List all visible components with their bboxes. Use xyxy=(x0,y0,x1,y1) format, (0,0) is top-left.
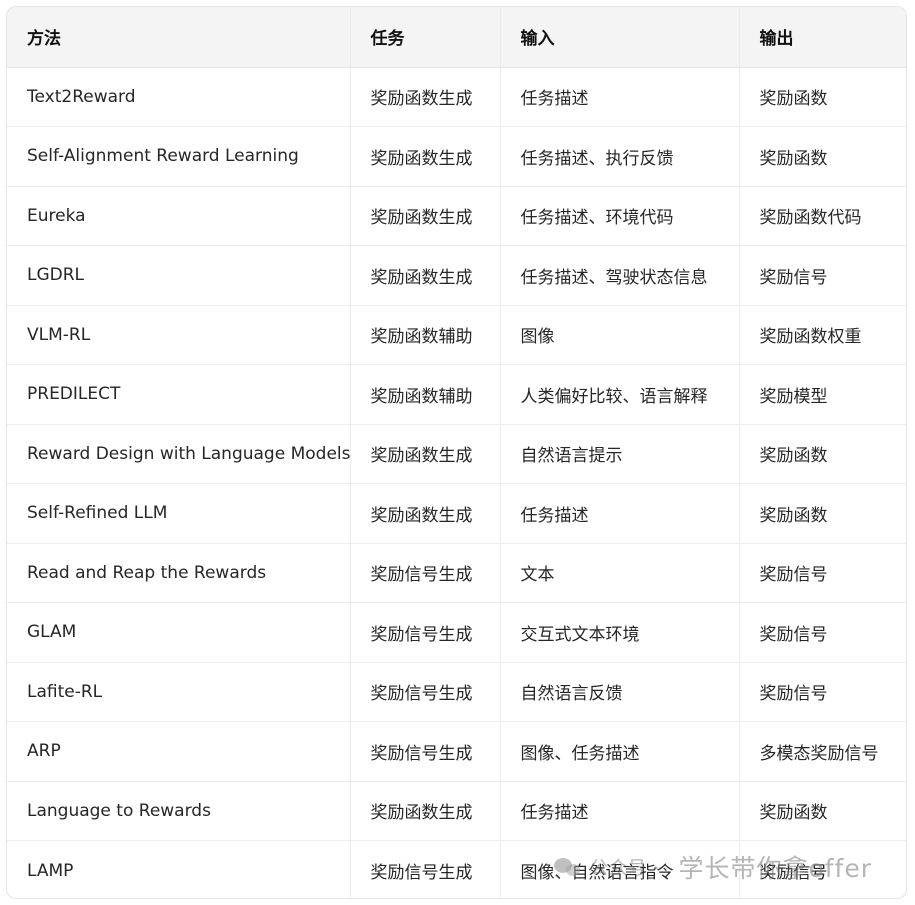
cell-input: 任务描述 xyxy=(499,67,739,127)
cell-output: 奖励信号 xyxy=(738,245,906,305)
table-row: PREDILECT 奖励函数辅助 人类偏好比较、语言解释 奖励模型 xyxy=(7,364,906,424)
cell-output: 奖励信号 xyxy=(738,542,906,603)
cell-input: 任务描述、执行反馈 xyxy=(499,126,739,186)
table-row: LGDRL 奖励函数生成 任务描述、驾驶状态信息 奖励信号 xyxy=(7,245,906,305)
cell-output: 奖励函数 xyxy=(738,780,906,841)
cell-task: 奖励信号生成 xyxy=(349,602,500,662)
cell-input: 任务描述 xyxy=(499,483,739,543)
cell-input: 图像、自然语言指令 xyxy=(499,840,739,898)
cell-output: 奖励函数代码 xyxy=(738,185,906,246)
table-header-row: 方法 任务 输入 输出 xyxy=(7,7,906,68)
cell-method: VLM-RL xyxy=(7,304,350,365)
header-task: 任务 xyxy=(349,7,500,68)
table-row: GLAM 奖励信号生成 交互式文本环境 奖励信号 xyxy=(7,602,906,662)
cell-task: 奖励函数生成 xyxy=(349,245,500,305)
cell-output: 多模态奖励信号 xyxy=(738,721,906,781)
header-output: 输出 xyxy=(738,7,906,68)
cell-input: 任务描述、环境代码 xyxy=(499,185,739,246)
table-body: Text2Reward 奖励函数生成 任务描述 奖励函数 Self-Alignm… xyxy=(7,67,906,898)
cell-method: Read and Reap the Rewards xyxy=(7,542,350,603)
cell-input: 人类偏好比较、语言解释 xyxy=(499,364,739,424)
cell-input: 任务描述、驾驶状态信息 xyxy=(499,245,739,305)
cell-method: LGDRL xyxy=(7,245,350,305)
header-input: 输入 xyxy=(499,7,739,68)
cell-task: 奖励函数生成 xyxy=(349,423,500,484)
methods-table-container: 方法 任务 输入 输出 Text2Reward 奖励函数生成 任务描述 奖励函数… xyxy=(6,6,907,899)
cell-method: Language to Rewards xyxy=(7,780,350,841)
cell-task: 奖励信号生成 xyxy=(349,542,500,603)
table-row: Read and Reap the Rewards 奖励信号生成 文本 奖励信号 xyxy=(7,542,906,603)
cell-input: 自然语言反馈 xyxy=(499,661,739,722)
cell-task: 奖励信号生成 xyxy=(349,661,500,722)
cell-method: GLAM xyxy=(7,602,350,662)
cell-method: Lafite-RL xyxy=(7,661,350,722)
cell-output: 奖励函数 xyxy=(738,483,906,543)
table-row: Text2Reward 奖励函数生成 任务描述 奖励函数 xyxy=(7,67,906,127)
cell-task: 奖励信号生成 xyxy=(349,840,500,898)
table-row: Language to Rewards 奖励函数生成 任务描述 奖励函数 xyxy=(7,780,906,841)
cell-method: Reward Design with Language Models xyxy=(7,423,350,484)
cell-task: 奖励函数生成 xyxy=(349,126,500,186)
cell-task: 奖励函数辅助 xyxy=(349,304,500,365)
cell-method: ARP xyxy=(7,721,350,781)
table-row: Self-Alignment Reward Learning 奖励函数生成 任务… xyxy=(7,126,906,186)
cell-output: 奖励模型 xyxy=(738,364,906,424)
table-row: Eureka 奖励函数生成 任务描述、环境代码 奖励函数代码 xyxy=(7,185,906,246)
table-row: LAMP 奖励信号生成 图像、自然语言指令 奖励信号 xyxy=(7,840,906,898)
methods-table: 方法 任务 输入 输出 Text2Reward 奖励函数生成 任务描述 奖励函数… xyxy=(7,7,906,898)
cell-method: Self-Alignment Reward Learning xyxy=(7,126,350,186)
cell-task: 奖励函数生成 xyxy=(349,483,500,543)
cell-output: 奖励函数 xyxy=(738,67,906,127)
cell-task: 奖励信号生成 xyxy=(349,721,500,781)
cell-input: 文本 xyxy=(499,542,739,603)
cell-task: 奖励函数生成 xyxy=(349,185,500,246)
table-row: VLM-RL 奖励函数辅助 图像 奖励函数权重 xyxy=(7,304,906,365)
cell-task: 奖励函数辅助 xyxy=(349,364,500,424)
cell-output: 奖励信号 xyxy=(738,840,906,898)
cell-output: 奖励函数 xyxy=(738,126,906,186)
cell-output: 奖励函数 xyxy=(738,423,906,484)
table-row: Self-Refined LLM 奖励函数生成 任务描述 奖励函数 xyxy=(7,483,906,543)
cell-method: Eureka xyxy=(7,185,350,246)
cell-task: 奖励函数生成 xyxy=(349,780,500,841)
cell-input: 图像 xyxy=(499,304,739,365)
cell-output: 奖励函数权重 xyxy=(738,304,906,365)
cell-method: Text2Reward xyxy=(27,86,136,107)
cell-task: 奖励函数生成 xyxy=(349,67,500,127)
table-row: Lafite-RL 奖励信号生成 自然语言反馈 奖励信号 xyxy=(7,661,906,722)
table-row: ARP 奖励信号生成 图像、任务描述 多模态奖励信号 xyxy=(7,721,906,781)
cell-input: 自然语言提示 xyxy=(499,423,739,484)
cell-method: Self-Refined LLM xyxy=(7,483,350,543)
cell-method: PREDILECT xyxy=(7,364,350,424)
table-row: Reward Design with Language Models 奖励函数生… xyxy=(7,423,906,484)
cell-output: 奖励信号 xyxy=(738,661,906,722)
cell-method: LAMP xyxy=(7,840,350,898)
cell-input: 交互式文本环境 xyxy=(499,602,739,662)
cell-output: 奖励信号 xyxy=(738,602,906,662)
header-method: 方法 xyxy=(7,7,350,68)
cell-input: 图像、任务描述 xyxy=(499,721,739,781)
cell-input: 任务描述 xyxy=(499,780,739,841)
